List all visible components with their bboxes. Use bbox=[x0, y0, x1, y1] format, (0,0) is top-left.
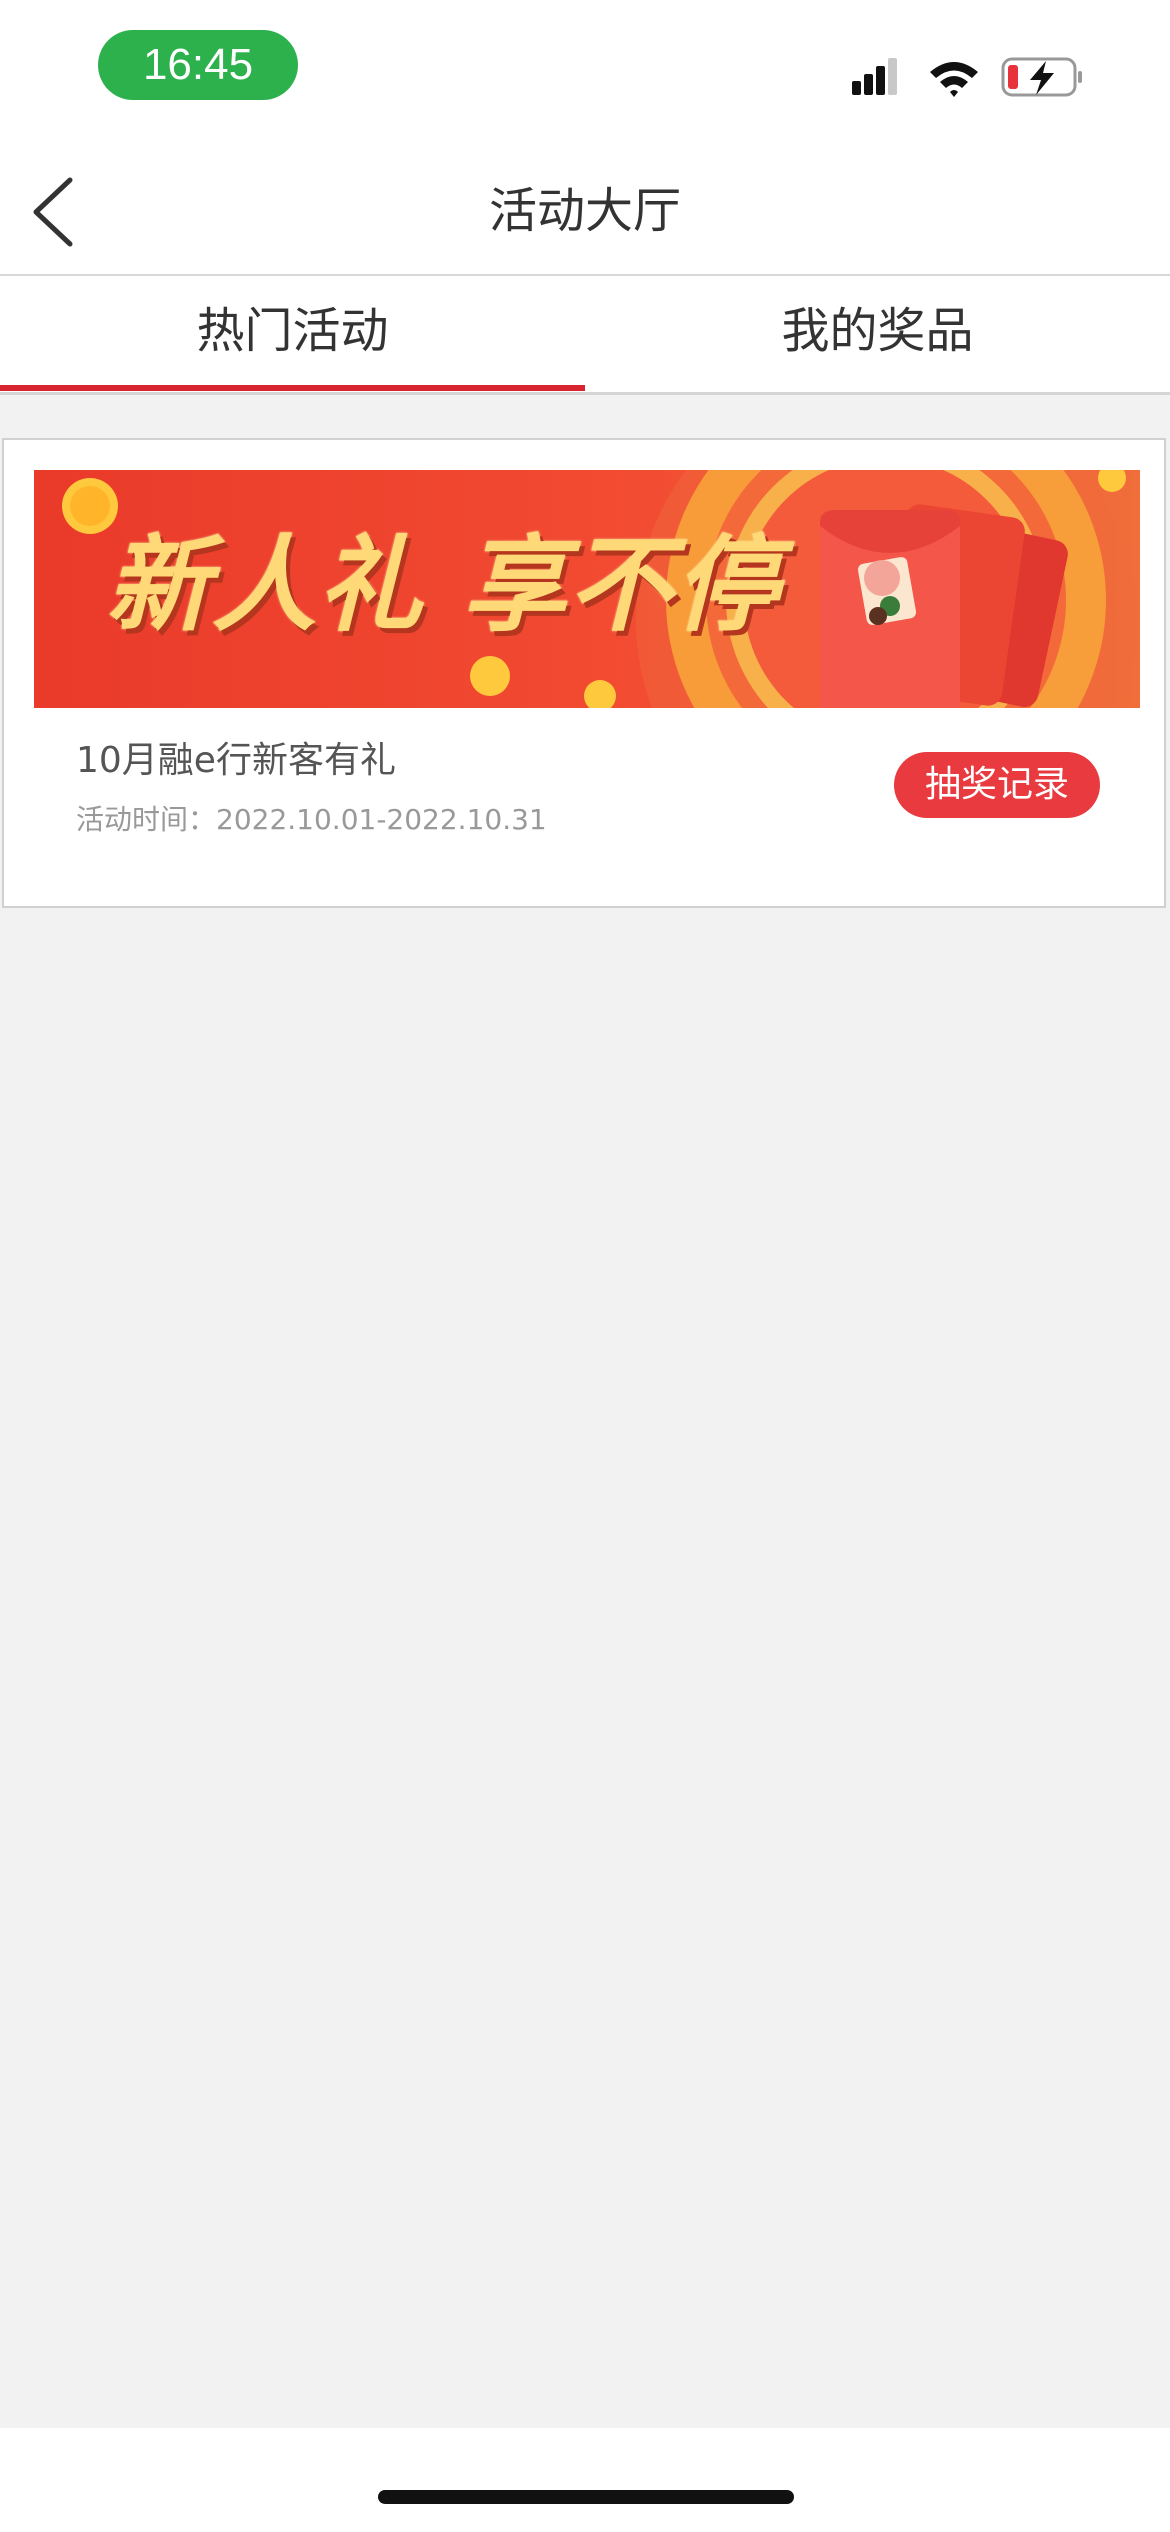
status-time: 16:45 bbox=[98, 30, 298, 100]
activity-card[interactable]: 新人礼 享不停 10月融e行新客有礼 活动时间：2022.10.01-2022.… bbox=[2, 438, 1166, 908]
tab-my-prizes[interactable]: 我的奖品 bbox=[585, 276, 1170, 392]
home-indicator[interactable] bbox=[378, 2490, 794, 2504]
nav-bar: 活动大厅 bbox=[0, 148, 1170, 276]
cellular-signal-icon bbox=[852, 58, 897, 95]
lottery-record-button[interactable]: 抽奖记录 bbox=[894, 752, 1100, 818]
status-bar: 16:45 bbox=[0, 0, 1170, 148]
tab-hot-activities[interactable]: 热门活动 bbox=[0, 276, 585, 392]
activity-banner[interactable]: 新人礼 享不停 bbox=[34, 470, 1140, 708]
active-tab-indicator bbox=[0, 385, 585, 391]
banner-headline: 新人礼 享不停 bbox=[106, 524, 781, 646]
status-icons bbox=[852, 57, 1082, 97]
activity-time: 活动时间：2022.10.01-2022.10.31 bbox=[76, 803, 547, 836]
battery-charging-icon bbox=[1001, 57, 1082, 97]
wifi-icon bbox=[930, 62, 978, 97]
activity-title: 10月融e行新客有礼 bbox=[76, 740, 396, 781]
bottom-safe-area bbox=[0, 2428, 1170, 2532]
page-title: 活动大厅 bbox=[488, 183, 681, 239]
tab-bar: 热门活动 我的奖品 bbox=[0, 276, 1170, 395]
